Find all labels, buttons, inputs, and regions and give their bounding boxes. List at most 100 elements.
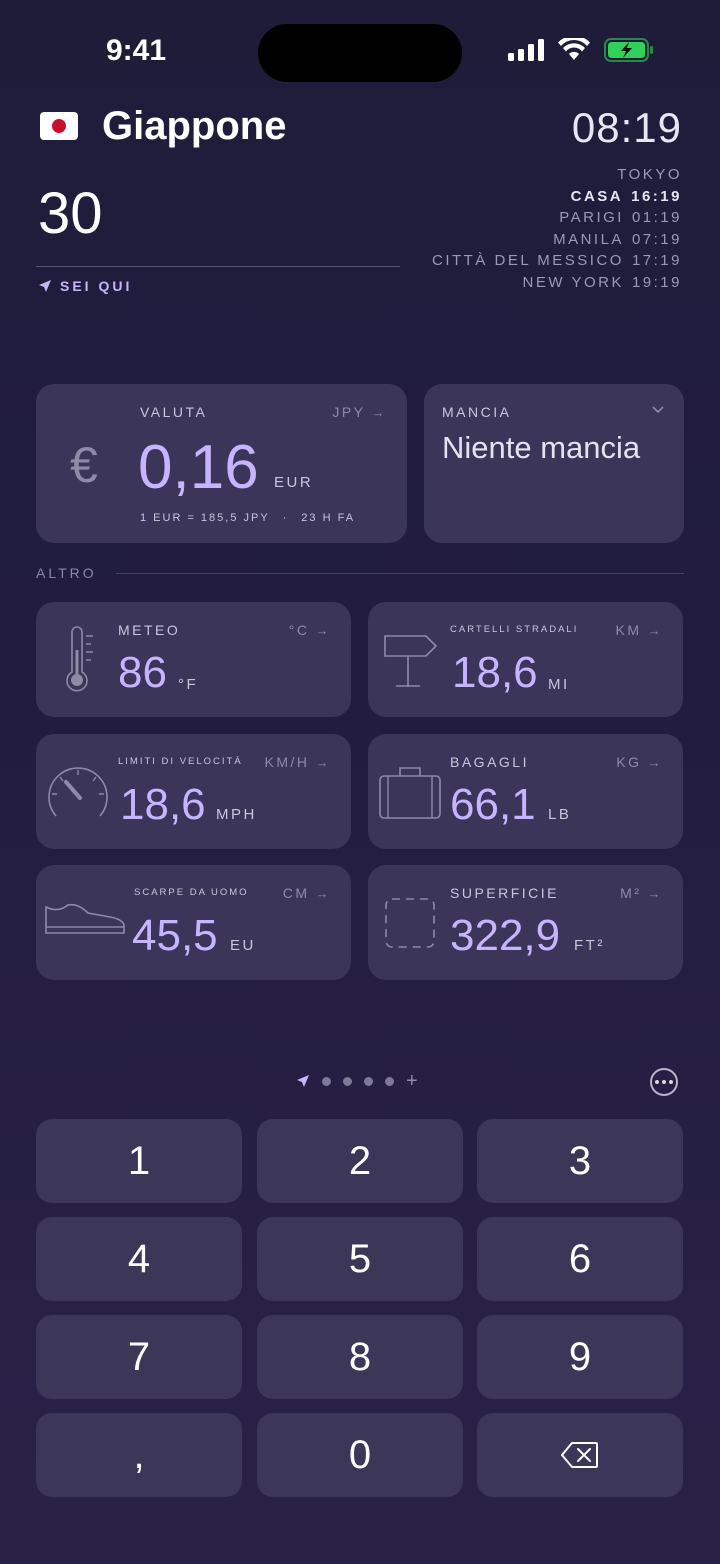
speed-limits-label: LIMITI DI VELOCITÀ: [118, 756, 243, 767]
area-icon: [385, 898, 435, 948]
page-dot[interactable]: [343, 1076, 352, 1086]
clock-city: MANILA: [553, 230, 624, 248]
luggage-card[interactable]: BAGAGLI KG → 66,1 LB: [368, 734, 683, 849]
key-5[interactable]: 5: [257, 1217, 463, 1301]
clock-city: NEW YORK: [522, 273, 624, 291]
key-9[interactable]: 9: [477, 1315, 683, 1399]
key-7[interactable]: 7: [36, 1315, 242, 1399]
clock-row-paris: PARIGI 01:19: [432, 207, 682, 229]
key-3[interactable]: 3: [477, 1119, 683, 1203]
speed-limits-card[interactable]: LIMITI DI VELOCITÀ KM/H → 18,6 MPH: [36, 734, 351, 849]
key-comma[interactable]: ,: [36, 1413, 242, 1497]
luggage-unit: LB: [548, 806, 572, 823]
signal-icon: [508, 39, 544, 61]
area-label: SUPERFICIE: [450, 885, 560, 901]
clock-time: 19:19: [631, 273, 682, 291]
backspace-icon: [561, 1442, 598, 1468]
weather-label: METEO: [118, 622, 181, 638]
clock-time: 17:19: [631, 252, 682, 269]
signpost-icon: [384, 635, 438, 687]
currency-source-code: JPY: [332, 404, 366, 420]
shoes-source-unit[interactable]: CM →: [283, 885, 331, 901]
battery-charging-icon: [604, 38, 653, 62]
arrow-right-icon: →: [315, 623, 331, 638]
luggage-label: BAGAGLI: [450, 754, 529, 770]
weather-source-code: °C: [288, 622, 310, 638]
clock-city: PARIGI: [559, 209, 624, 226]
arrow-right-icon: →: [647, 886, 663, 901]
thermometer-icon: [66, 626, 93, 692]
country-title[interactable]: Giappone: [102, 104, 286, 149]
speed-limits-source-code: KM/H: [264, 754, 310, 770]
currency-source-unit[interactable]: JPY →: [332, 404, 387, 420]
updated-text: 23 H FA: [301, 512, 356, 524]
location-arrow-icon: [39, 280, 51, 292]
weather-source-unit[interactable]: °C →: [289, 622, 331, 638]
shoes-source-code: CM: [282, 885, 310, 901]
arrow-right-icon: →: [647, 755, 663, 770]
key-6[interactable]: 6: [477, 1217, 683, 1301]
key-8[interactable]: 8: [257, 1315, 463, 1399]
backspace-button[interactable]: [477, 1413, 683, 1497]
luggage-value: 66,1: [450, 780, 536, 829]
currency-value: 0,16: [138, 433, 259, 502]
currency-label: VALUTA: [140, 404, 208, 420]
here-label: SEI QUI: [60, 278, 133, 294]
luggage-source-unit[interactable]: KG →: [616, 754, 663, 770]
status-time: 9:41: [106, 34, 167, 67]
shoes-card[interactable]: SCARPE DA UOMO CM → 45,5 EU: [36, 865, 351, 980]
key-2[interactable]: 2: [257, 1119, 463, 1203]
separator-dot: ·: [282, 512, 289, 524]
amount-input[interactable]: 30: [38, 180, 103, 247]
more-options-button[interactable]: [650, 1068, 678, 1096]
weather-card[interactable]: METEO °C → 86 °F: [36, 602, 351, 717]
page-indicator[interactable]: +: [296, 1071, 418, 1091]
status-icons: [508, 38, 654, 62]
more-dot: [655, 1080, 659, 1084]
clock-row-home: CASA 16:19: [432, 186, 682, 208]
page-dot[interactable]: [364, 1076, 373, 1086]
local-time: 08:19: [571, 104, 682, 151]
arrow-right-icon: →: [371, 405, 387, 420]
suitcase-icon: [379, 767, 441, 819]
clock-row-mexico-city: CITTÀ DEL MESSICO 17:19: [432, 250, 682, 272]
section-divider: [116, 573, 684, 574]
clock-city: TOKYO: [617, 166, 682, 183]
current-location-link[interactable]: SEI QUI: [38, 278, 132, 294]
tip-card[interactable]: MANCIA Niente mancia: [424, 384, 684, 543]
key-4[interactable]: 4: [36, 1217, 242, 1301]
clock-row-manila: MANILA 07:19: [432, 229, 682, 251]
more-dot: [662, 1080, 666, 1084]
page-dot[interactable]: [322, 1076, 331, 1086]
add-page-icon[interactable]: +: [406, 1071, 418, 1091]
area-unit: FT²: [574, 937, 605, 954]
area-value: 322,9: [450, 911, 561, 960]
section-label-other: ALTRO: [36, 565, 97, 581]
chevron-down-icon[interactable]: [652, 406, 664, 414]
area-card[interactable]: SUPERFICIE M² → 322,9 FT²: [368, 865, 683, 980]
key-1[interactable]: 1: [36, 1119, 242, 1203]
location-page-icon[interactable]: [296, 1074, 310, 1088]
clock-city: CITTÀ DEL MESSICO: [431, 252, 624, 269]
area-source-unit[interactable]: M² →: [620, 885, 663, 901]
input-underline: [36, 266, 400, 267]
world-clock-list[interactable]: TOKYO CASA 16:19 PARIGI 01:19 MANILA 07:19 …: [432, 164, 682, 293]
key-0[interactable]: 0: [257, 1413, 463, 1497]
arrow-right-icon: →: [647, 623, 663, 638]
tip-value: Niente mancia: [442, 430, 641, 465]
page-dot[interactable]: [385, 1076, 394, 1086]
clock-row-new-york: NEW YORK 19:19: [432, 272, 682, 294]
shoe-icon: [45, 903, 125, 934]
clock-city: CASA: [570, 187, 624, 205]
road-signs-unit: MI: [548, 676, 570, 693]
arrow-right-icon: →: [315, 886, 331, 901]
weather-unit: °F: [178, 676, 199, 693]
japan-flag-icon: [40, 112, 78, 140]
road-signs-source-unit[interactable]: KM →: [616, 622, 664, 638]
speed-limits-source-unit[interactable]: KM/H →: [265, 754, 332, 770]
shoes-label: SCARPE DA UOMO: [134, 887, 249, 898]
area-source-code: M²: [620, 885, 642, 901]
currency-card[interactable]: € VALUTA JPY → 0,16 EUR 1 EUR = 185,5 JPY…: [36, 384, 407, 543]
road-signs-card[interactable]: CARTELLI STRADALI KM → 18,6 MI: [368, 602, 683, 717]
road-signs-value: 18,6: [452, 648, 538, 697]
